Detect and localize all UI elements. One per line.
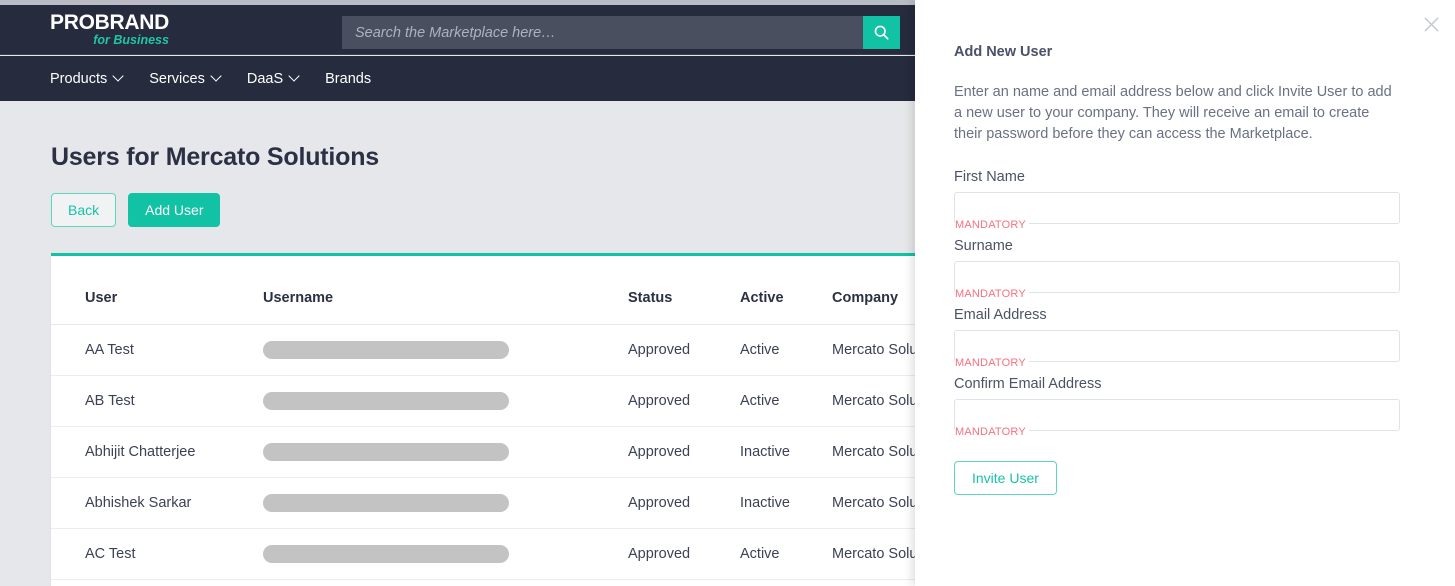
panel-close-button[interactable]	[1418, 11, 1444, 37]
cell-user: AA Test	[51, 324, 263, 376]
invite-user-button[interactable]: Invite User	[954, 461, 1057, 495]
search-button[interactable]	[863, 16, 900, 49]
field-first-name: First Name MANDATORY	[954, 169, 1402, 231]
field-email-address: Email Address MANDATORY	[954, 307, 1402, 369]
column-header-username[interactable]: Username	[263, 256, 628, 325]
redacted-username-bar	[263, 443, 509, 461]
mandatory-hint-confirm-email-address: MANDATORY	[955, 426, 1029, 438]
cell-user: Abhishek Sarkar	[51, 477, 263, 529]
nav-item-daas[interactable]: DaaS	[247, 71, 299, 87]
add-new-user-panel: Add New User Enter an name and email add…	[915, 0, 1455, 586]
search-input[interactable]	[342, 16, 863, 49]
nav-label-services: Services	[149, 70, 205, 87]
column-header-user[interactable]: User	[51, 256, 263, 325]
page-action-buttons: Back Add User	[51, 193, 221, 227]
field-surname: Surname MANDATORY	[954, 238, 1402, 300]
mandatory-hint-first-name: MANDATORY	[955, 219, 1029, 231]
field-confirm-email-address: Confirm Email Address MANDATORY	[954, 376, 1402, 438]
redacted-username-bar	[263, 392, 509, 410]
panel-content: Add New User Enter an name and email add…	[954, 44, 1402, 495]
cell-username	[263, 324, 628, 376]
redacted-username-bar	[263, 494, 509, 512]
nav-label-daas: DaaS	[246, 70, 284, 87]
cell-username	[263, 477, 628, 529]
label-confirm-email-address: Confirm Email Address	[954, 376, 1102, 392]
cell-user: AB Test	[51, 375, 263, 427]
add-user-button[interactable]: Add User	[128, 193, 221, 227]
logo-main-text: PROBRAND	[50, 11, 169, 34]
nav-item-brands[interactable]: Brands	[325, 71, 371, 87]
label-surname: Surname	[954, 238, 1013, 254]
redacted-username-bar	[263, 545, 509, 563]
panel-title: Add New User	[954, 44, 1053, 60]
close-icon	[1424, 17, 1438, 31]
cell-username	[263, 426, 628, 478]
nav-label-brands: Brands	[325, 70, 372, 87]
cell-status: Approved	[628, 477, 740, 529]
cell-status: Approved	[628, 375, 740, 427]
cell-user: Abhijit Chatterjee	[51, 426, 263, 478]
chevron-down-icon	[212, 72, 221, 81]
cell-active: Active	[740, 324, 832, 376]
label-email-address: Email Address	[954, 307, 1047, 323]
cell-status: Approved	[628, 426, 740, 478]
cell-status: Approved	[628, 528, 740, 580]
cell-status: Approved	[628, 324, 740, 376]
probrand-logo[interactable]: PROBRAND for Business	[50, 12, 169, 47]
page-title: Users for Mercato Solutions	[51, 143, 379, 171]
mandatory-hint-surname: MANDATORY	[955, 288, 1029, 300]
cell-active: Active	[740, 375, 832, 427]
logo-sub-text: for Business	[93, 33, 169, 47]
app-root: PROBRAND for Business Products Services	[0, 0, 1455, 586]
cell-username	[263, 375, 628, 427]
nav-list: Products Services DaaS Brands	[50, 56, 371, 101]
cell-username	[263, 528, 628, 580]
cell-active: Active	[740, 528, 832, 580]
cell-active: Inactive	[740, 426, 832, 478]
label-first-name: First Name	[954, 169, 1025, 185]
nav-label-products: Products	[50, 70, 108, 87]
search-icon	[874, 25, 889, 40]
panel-description: Enter an name and email address below an…	[954, 84, 1392, 142]
chevron-down-icon	[114, 72, 123, 81]
column-header-active[interactable]: Active	[740, 256, 832, 325]
redacted-username-bar	[263, 341, 509, 359]
back-button[interactable]: Back	[51, 193, 117, 227]
nav-item-services[interactable]: Services	[149, 71, 221, 87]
chevron-down-icon	[290, 72, 299, 81]
cell-user: AC Test	[51, 528, 263, 580]
column-header-status[interactable]: Status	[628, 256, 740, 325]
marketplace-search	[342, 16, 900, 49]
cell-active: Inactive	[740, 477, 832, 529]
mandatory-hint-email-address: MANDATORY	[955, 357, 1029, 369]
nav-item-products[interactable]: Products	[50, 71, 123, 87]
